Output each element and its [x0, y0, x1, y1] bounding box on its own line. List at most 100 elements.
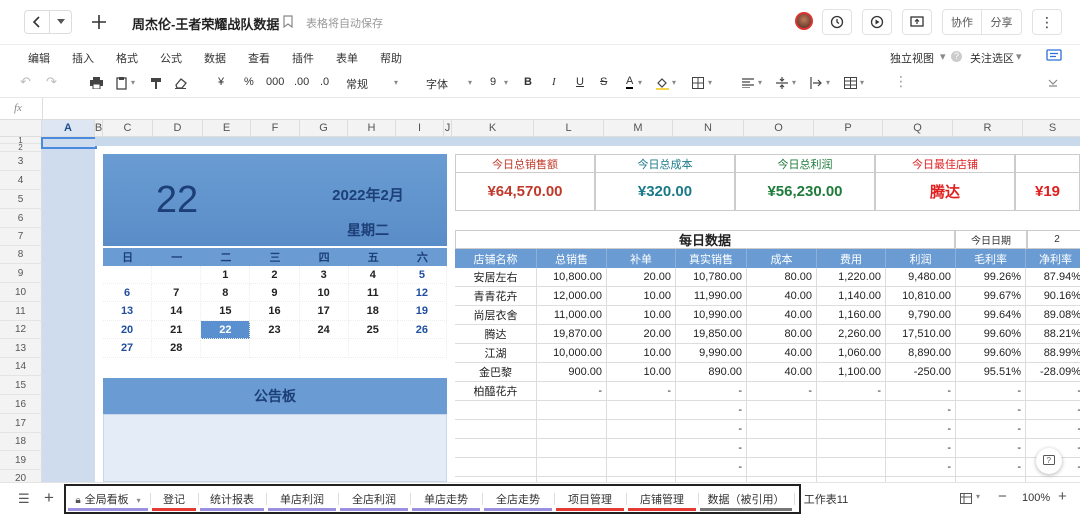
table-cell[interactable]: 10.00 [607, 363, 676, 382]
table-cell[interactable]: 11,990.00 [676, 287, 747, 306]
column-header-c[interactable]: C [103, 120, 153, 137]
table-cell[interactable]: - [676, 458, 747, 477]
column-header-q[interactable]: Q [883, 120, 953, 137]
calendar-date[interactable]: 19 [397, 302, 447, 321]
history-dropdown-button[interactable] [50, 10, 72, 34]
calendar-date[interactable]: 4 [348, 266, 398, 284]
table-cell[interactable]: 40.00 [747, 287, 817, 306]
menu-view[interactable]: 查看 [248, 50, 270, 66]
store-name-cell[interactable]: 尚层衣舍 [455, 306, 537, 325]
calendar-date[interactable]: 17 [299, 302, 349, 321]
share-button[interactable]: 分享 [982, 9, 1022, 35]
calendar-date[interactable]: 21 [152, 321, 202, 340]
zoom-in-icon[interactable]: + [1058, 488, 1067, 505]
avatar[interactable] [795, 12, 813, 30]
calendar-date[interactable]: 28 [152, 339, 202, 358]
row-header-6[interactable]: 6 [0, 209, 42, 228]
calendar-date[interactable]: 2 [250, 266, 300, 284]
menu-format[interactable]: 格式 [116, 50, 138, 66]
table-cell[interactable]: - [956, 439, 1026, 458]
table-cell[interactable] [747, 439, 817, 458]
table-cell[interactable]: 89.08% [1026, 306, 1080, 325]
table-cell[interactable]: 20.00 [607, 325, 676, 344]
table-cell[interactable]: - [886, 458, 956, 477]
currency-button[interactable]: ¥ [218, 76, 224, 88]
help-float-button[interactable]: ? [1036, 448, 1062, 474]
table-cell[interactable]: 88.21% [1026, 325, 1080, 344]
sheet-tab-11[interactable]: 工作表11 [794, 491, 858, 507]
print-icon[interactable] [90, 77, 103, 89]
sheet-tab-1[interactable]: 🔒︎ 全局看板 ▾ [66, 491, 150, 507]
bookmark-icon[interactable] [283, 15, 293, 28]
store-name-cell[interactable]: 安居左右 [455, 268, 537, 287]
sheet-tab-2[interactable]: 登记 [150, 491, 198, 507]
column-header-j[interactable]: J [444, 120, 452, 137]
column-header-l[interactable]: L [534, 120, 604, 137]
calendar-date[interactable]: 7 [152, 284, 202, 303]
font-size-dropdown[interactable]: 9 [490, 76, 496, 88]
table-cell[interactable]: 9,480.00 [886, 268, 956, 287]
underline-button[interactable]: U [576, 76, 584, 88]
column-header-a[interactable]: A [42, 120, 95, 137]
sheet-tab-10[interactable]: 数据（被引用） [698, 491, 794, 507]
history-button[interactable] [822, 9, 852, 35]
thousands-button[interactable]: 000 [266, 76, 284, 88]
table-cell[interactable]: - [676, 420, 747, 439]
screen-share-button[interactable] [902, 9, 932, 35]
zoom-level[interactable]: 100% [1022, 492, 1050, 504]
bulletin-board-body[interactable] [103, 414, 447, 482]
store-name-cell[interactable] [455, 458, 537, 477]
borders-icon[interactable] [692, 77, 704, 89]
calendar-date[interactable] [103, 266, 153, 284]
font-family-dropdown[interactable]: 字体 [426, 76, 448, 92]
follow-selection-dropdown[interactable]: 关注选区 [970, 50, 1014, 66]
menu-form[interactable]: 表单 [336, 50, 358, 66]
table-cell[interactable]: - [956, 382, 1026, 401]
table-cell[interactable] [747, 458, 817, 477]
calendar-date[interactable]: 13 [103, 302, 153, 321]
table-cell[interactable]: 95.51% [956, 363, 1026, 382]
table-cell[interactable]: 99.67% [956, 287, 1026, 306]
collapse-toolbar-icon[interactable] [1048, 78, 1058, 88]
table-cell[interactable]: 87.94% [1026, 268, 1080, 287]
sheet-tab-9[interactable]: 店铺管理 [626, 491, 698, 507]
table-cell[interactable]: - [956, 420, 1026, 439]
calendar-date[interactable] [201, 339, 251, 358]
table-cell[interactable]: 19,870.00 [537, 325, 607, 344]
table-cell[interactable]: 12,000.00 [537, 287, 607, 306]
table-cell[interactable] [817, 401, 886, 420]
sheet-tab-3[interactable]: 统计报表 [198, 491, 266, 507]
more-tools-icon[interactable]: ⋮ [894, 73, 908, 90]
column-header-e[interactable]: E [203, 120, 251, 137]
table-cell[interactable]: - [607, 382, 676, 401]
more-menu-button[interactable]: ⋮ [1032, 9, 1062, 35]
row-header-16[interactable]: 16 [0, 395, 42, 414]
row-header-8[interactable]: 8 [0, 246, 42, 264]
calendar-date[interactable]: 26 [397, 321, 447, 340]
paste-format-icon[interactable] [116, 77, 128, 90]
row-header-19[interactable]: 19 [0, 451, 42, 470]
sheet-view-icon[interactable] [960, 493, 972, 504]
strikethrough-button[interactable]: S [600, 76, 607, 88]
table-cell[interactable]: 10,810.00 [886, 287, 956, 306]
table-cell[interactable]: 10.00 [607, 287, 676, 306]
store-name-cell[interactable] [455, 439, 537, 458]
row-header-7[interactable]: 7 [0, 228, 42, 246]
table-cell[interactable] [817, 439, 886, 458]
calendar-date[interactable]: 15 [201, 302, 251, 321]
column-header-g[interactable]: G [300, 120, 348, 137]
row-header-14[interactable]: 14 [0, 358, 42, 376]
table-cell[interactable] [537, 420, 607, 439]
table-cell[interactable]: 1,100.00 [817, 363, 886, 382]
table-cell[interactable]: - [817, 382, 886, 401]
column-header-m[interactable]: M [604, 120, 673, 137]
redo-icon[interactable]: ↷ [46, 74, 57, 90]
calendar-date[interactable]: 16 [250, 302, 300, 321]
add-sheet-icon[interactable]: + [44, 488, 54, 508]
decrease-decimal-button[interactable]: .0 [320, 76, 329, 88]
calendar-date[interactable]: 18 [348, 302, 398, 321]
table-cell[interactable]: 40.00 [747, 306, 817, 325]
table-cell[interactable]: - [886, 420, 956, 439]
table-cell[interactable]: - [886, 382, 956, 401]
menu-insert[interactable]: 插入 [72, 50, 94, 66]
